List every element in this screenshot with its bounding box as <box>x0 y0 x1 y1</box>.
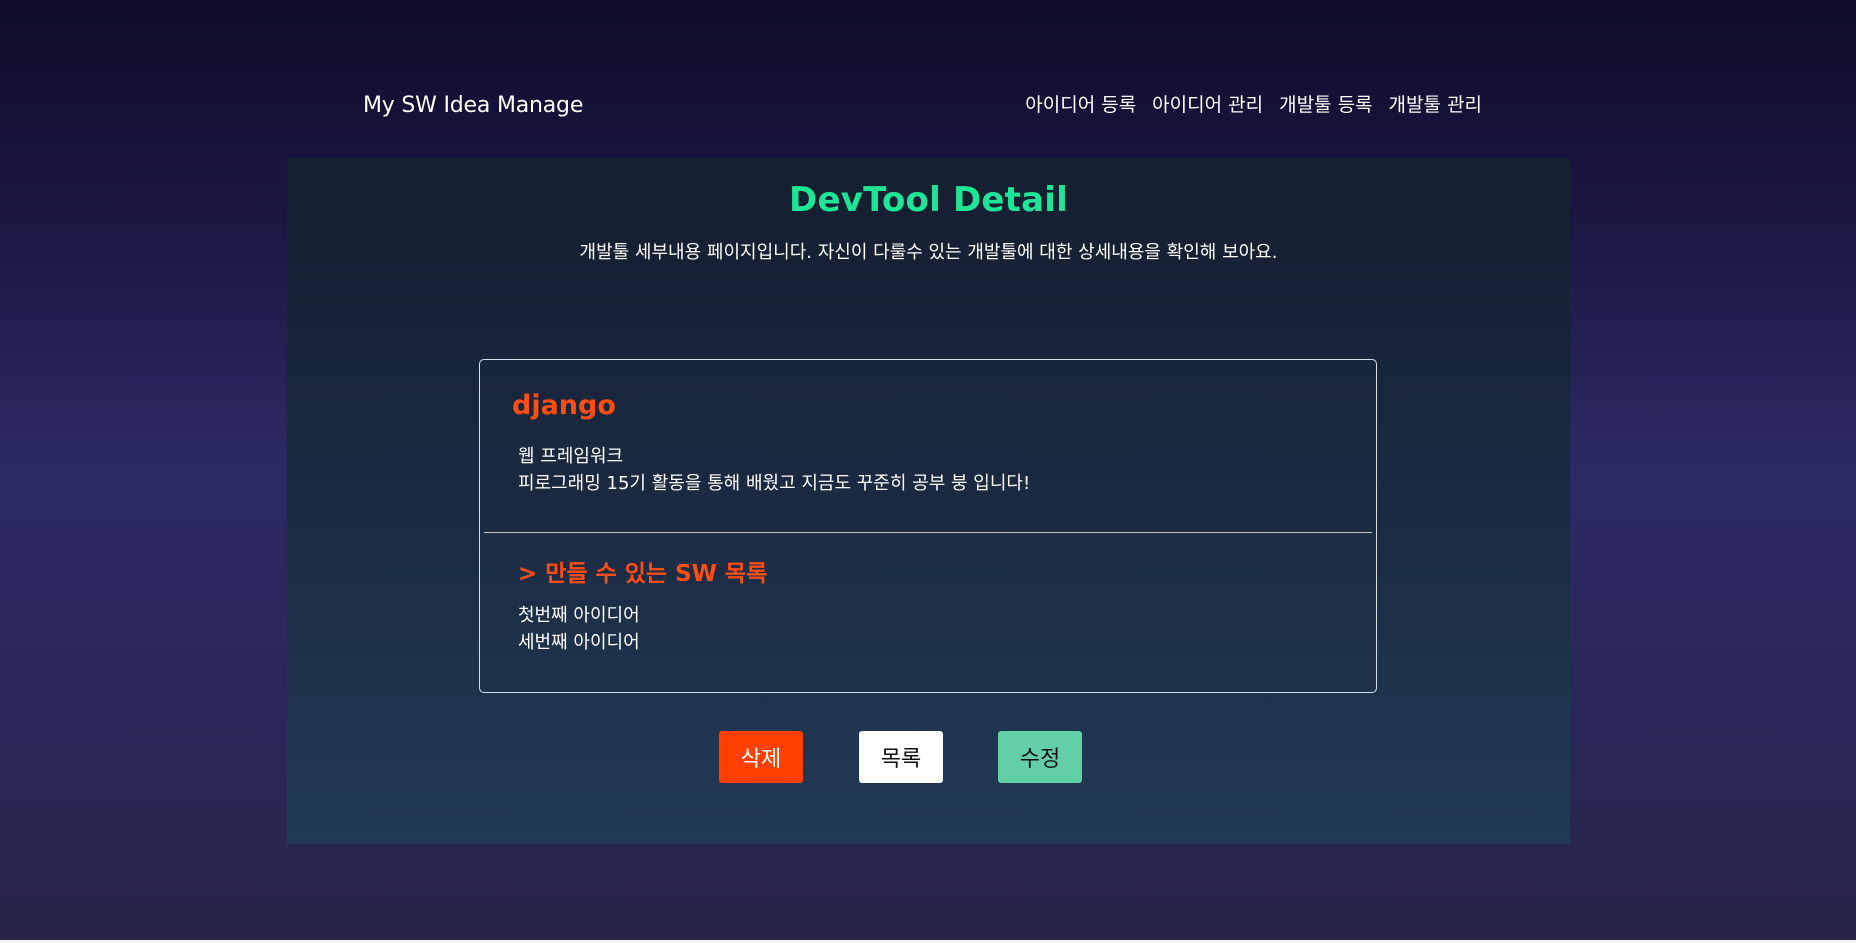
main-nav: 아이디어 등록 아이디어 관리 개발툴 등록 개발툴 관리 <box>1025 90 1482 117</box>
devtool-name: django <box>512 390 616 421</box>
sw-list-heading: > 만들 수 있는 SW 목록 <box>518 561 768 587</box>
card-divider <box>484 532 1372 533</box>
edit-button[interactable]: 수정 <box>998 731 1082 783</box>
action-buttons: 삭제 목록 수정 <box>287 731 1570 783</box>
nav-devtool-register[interactable]: 개발툴 등록 <box>1279 90 1372 117</box>
devtool-kind: 웹 프레임워크 <box>518 446 624 467</box>
nav-idea-register[interactable]: 아이디어 등록 <box>1025 90 1136 117</box>
brand-logo-link[interactable]: My SW Idea Manage <box>363 93 583 118</box>
nav-idea-manage[interactable]: 아이디어 관리 <box>1152 90 1263 117</box>
devtool-detail-card: django 웹 프레임워크 피로그래밍 15기 활동을 통해 배웠고 지금도 … <box>479 359 1377 693</box>
delete-button[interactable]: 삭제 <box>719 731 803 783</box>
nav-devtool-manage[interactable]: 개발툴 관리 <box>1389 90 1482 117</box>
page-title: DevTool Detail <box>789 180 1068 220</box>
page-subtitle: 개발툴 세부내용 페이지입니다. 자신이 다룰수 있는 개발툴에 대한 상세내용… <box>579 242 1278 263</box>
list-item[interactable]: 첫번째 아이디어 <box>518 602 640 629</box>
sw-idea-list: 첫번째 아이디어 세번째 아이디어 <box>518 602 640 656</box>
devtool-content: 피로그래밍 15기 활동을 통해 배웠고 지금도 꾸준히 공부 붕 입니다! <box>518 473 1031 494</box>
site-header: My SW Idea Manage 아이디어 등록 아이디어 관리 개발툴 등록… <box>0 0 1856 150</box>
list-item[interactable]: 세번째 아이디어 <box>518 629 640 656</box>
list-button[interactable]: 목록 <box>859 731 943 783</box>
devtool-description: 웹 프레임워크 피로그래밍 15기 활동을 통해 배웠고 지금도 꾸준히 공부 … <box>518 443 1030 497</box>
main-panel: DevTool Detail 개발툴 세부내용 페이지입니다. 자신이 다룰수 … <box>287 158 1570 844</box>
